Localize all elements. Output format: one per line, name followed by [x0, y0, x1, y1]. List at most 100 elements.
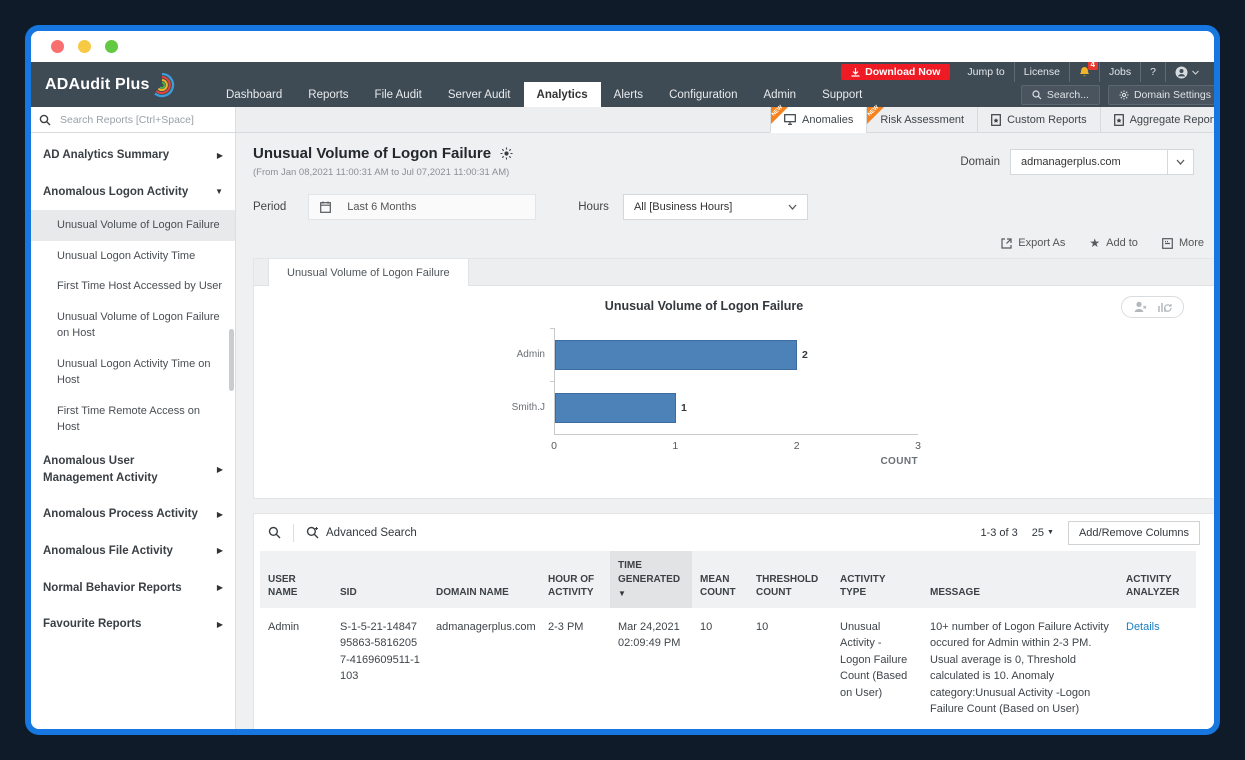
- page-title: Unusual Volume of Logon Failure: [253, 145, 513, 162]
- pagination-info: 1-3 of 3: [980, 527, 1017, 539]
- bar-value-label: 1: [681, 402, 687, 414]
- column-header-threshold-count[interactable]: THRESHOLD COUNT: [748, 551, 832, 608]
- jump-to-menu[interactable]: Jump to: [958, 62, 1013, 82]
- advanced-search-icon: [306, 526, 319, 539]
- sidebar-scrollbar[interactable]: [229, 329, 234, 391]
- nav-item-file-audit[interactable]: File Audit: [362, 82, 435, 107]
- column-header-domain-name[interactable]: DOMAIN NAME: [428, 551, 540, 608]
- chart-refresh-icon[interactable]: [1158, 301, 1172, 313]
- x-axis: 0 1 2 3: [554, 434, 918, 450]
- sidebar-item-first-time-remote-access-on-host[interactable]: First Time Remote Access on Host: [31, 396, 235, 443]
- table-header-row: USER NAME SID DOMAIN NAME HOUR OF ACTIVI…: [260, 551, 1196, 608]
- header-right: Download Now Jump to License 4 Jobs ?: [213, 62, 1214, 107]
- chart-toolbar: [1121, 296, 1184, 318]
- tab-anomalies[interactable]: NEW Anomalies: [770, 107, 866, 133]
- bar-smithj[interactable]: 1: [555, 393, 676, 423]
- column-header-mean-count[interactable]: MEAN COUNT: [692, 551, 748, 608]
- filter-row: Period Last 6 Months Hours All [Business…: [253, 194, 1214, 220]
- cell-hour-of-activity: 2-3 PM: [540, 608, 610, 729]
- sidebar-category-anomalous-user-management-activity[interactable]: Anomalous User Management Activity▶: [31, 443, 235, 496]
- search-icon: [1032, 90, 1042, 100]
- chart-title: Unusual Volume of Logon Failure: [254, 299, 1154, 313]
- user-account-button[interactable]: [1165, 62, 1208, 82]
- details-link[interactable]: Details: [1126, 621, 1160, 633]
- domain-caret-button[interactable]: [1168, 149, 1194, 175]
- bar-chart: Unusual Volume of Logon Failure Admi: [254, 286, 1214, 498]
- column-header-user-name[interactable]: USER NAME: [260, 551, 332, 608]
- column-header-activity-type[interactable]: ACTIVITY TYPE: [832, 551, 922, 608]
- nav-item-configuration[interactable]: Configuration: [656, 82, 750, 107]
- report-actions: Export As ★ Add to More: [253, 236, 1204, 250]
- sidebar-category-ad-analytics-summary[interactable]: AD Analytics Summary▶: [31, 137, 235, 174]
- chart-tab-unusual-volume[interactable]: Unusual Volume of Logon Failure: [268, 259, 469, 286]
- minimize-window-button[interactable]: [78, 40, 91, 53]
- table-row: Admin S-1-5-21-1484795863-58162057-41696…: [260, 608, 1196, 729]
- app-logo[interactable]: ADAudit Plus: [31, 62, 213, 107]
- jobs-menu[interactable]: Jobs: [1099, 62, 1140, 82]
- sidebar-item-unusual-logon-activity-time[interactable]: Unusual Logon Activity Time: [31, 241, 235, 272]
- nav-item-reports[interactable]: Reports: [295, 82, 361, 107]
- export-icon: [1001, 238, 1012, 249]
- user-chart-icon[interactable]: [1133, 301, 1147, 313]
- search-icon[interactable]: [268, 526, 281, 539]
- sidebar-item-first-time-host-accessed-by-user[interactable]: First Time Host Accessed by User: [31, 271, 235, 302]
- report-date-range: (From Jan 08,2021 11:00:31 AM to Jul 07,…: [253, 167, 513, 178]
- advanced-search-button[interactable]: Advanced Search: [306, 526, 417, 539]
- sun-settings-icon[interactable]: [500, 147, 513, 160]
- cell-threshold-count: 10: [748, 608, 832, 729]
- chevron-right-icon: ▶: [217, 150, 223, 162]
- column-header-time-generated[interactable]: TIME GENERATED ▼: [610, 551, 692, 608]
- more-button[interactable]: More: [1162, 237, 1204, 249]
- column-header-message[interactable]: MESSAGE: [922, 551, 1118, 608]
- titlebar: [31, 31, 1214, 62]
- table-toolbar-right: 1-3 of 3 25 ▼ Add/Remove Columns: [980, 521, 1200, 545]
- close-window-button[interactable]: [51, 40, 64, 53]
- y-axis-labels: Admin Smith.J: [502, 328, 554, 467]
- period-input[interactable]: Last 6 Months: [308, 194, 536, 220]
- sidebar-item-unusual-volume-of-logon-failure[interactable]: Unusual Volume of Logon Failure: [31, 210, 235, 241]
- tab-custom-reports[interactable]: Custom Reports: [977, 107, 1099, 133]
- column-header-sid[interactable]: SID: [332, 551, 428, 608]
- help-button[interactable]: ?: [1140, 62, 1165, 82]
- sidebar-item-unusual-logon-activity-time-on-host[interactable]: Unusual Logon Activity Time on Host: [31, 349, 235, 396]
- app-window: ADAudit Plus Download: [31, 31, 1214, 729]
- sidebar-category-favourite-reports[interactable]: Favourite Reports▶: [31, 606, 235, 643]
- download-now-button[interactable]: Download Now: [841, 64, 950, 80]
- domain-label: Domain: [960, 156, 1000, 168]
- sidebar-item-unusual-volume-of-logon-failure-on-host[interactable]: Unusual Volume of Logon Failure on Host: [31, 302, 235, 349]
- nav-item-support[interactable]: Support: [809, 82, 875, 107]
- global-search-button[interactable]: Search...: [1021, 85, 1100, 105]
- subtab-group: NEW Anomalies NEW Risk Assessment Custom…: [770, 107, 1214, 133]
- report-header: Unusual Volume of Logon Failure (From Ja…: [253, 133, 1214, 178]
- sidebar-category-normal-behavior-reports[interactable]: Normal Behavior Reports▶: [31, 570, 235, 607]
- license-menu[interactable]: License: [1014, 62, 1069, 82]
- nav-item-alerts[interactable]: Alerts: [601, 82, 656, 107]
- add-to-button[interactable]: ★ Add to: [1089, 236, 1138, 250]
- notifications-button[interactable]: 4: [1069, 62, 1099, 82]
- column-header-activity-analyzer[interactable]: ACTIVITY ANALYZER: [1118, 551, 1196, 608]
- tab-risk-assessment[interactable]: NEW Risk Assessment: [866, 107, 977, 133]
- tab-aggregate-reports[interactable]: Aggregate Reports: [1100, 107, 1214, 133]
- hours-select[interactable]: All [Business Hours]: [623, 194, 808, 220]
- sidebar-category-anomalous-logon-activity[interactable]: Anomalous Logon Activity▼: [31, 174, 235, 211]
- domain-selector-group: Domain admanagerplus.com: [960, 145, 1194, 178]
- add-remove-columns-button[interactable]: Add/Remove Columns: [1068, 521, 1200, 545]
- search-reports-input[interactable]: [60, 114, 210, 126]
- sidebar-category-anomalous-file-activity[interactable]: Anomalous File Activity▶: [31, 533, 235, 570]
- nav-item-analytics[interactable]: Analytics: [524, 82, 601, 107]
- main-area: AD Analytics Summary▶ Anomalous Logon Ac…: [31, 133, 1214, 729]
- domain-settings-button[interactable]: Domain Settings: [1108, 85, 1214, 105]
- results-table: USER NAME SID DOMAIN NAME HOUR OF ACTIVI…: [260, 551, 1196, 729]
- nav-item-dashboard[interactable]: Dashboard: [213, 82, 295, 107]
- bar-admin[interactable]: 2: [555, 340, 797, 370]
- domain-select[interactable]: admanagerplus.com: [1010, 149, 1168, 175]
- nav-item-server-audit[interactable]: Server Audit: [435, 82, 524, 107]
- maximize-window-button[interactable]: [105, 40, 118, 53]
- column-header-hour-of-activity[interactable]: HOUR OF ACTIVITY: [540, 551, 610, 608]
- sidebar-category-anomalous-process-activity[interactable]: Anomalous Process Activity▶: [31, 496, 235, 533]
- export-as-button[interactable]: Export As: [1001, 237, 1065, 249]
- page-size-select[interactable]: 25 ▼: [1032, 527, 1054, 539]
- more-window-icon: [1162, 238, 1173, 249]
- table-toolbar: Advanced Search 1-3 of 3 25 ▼ Add/Remove…: [254, 514, 1214, 551]
- chevron-down-icon: [1192, 70, 1199, 75]
